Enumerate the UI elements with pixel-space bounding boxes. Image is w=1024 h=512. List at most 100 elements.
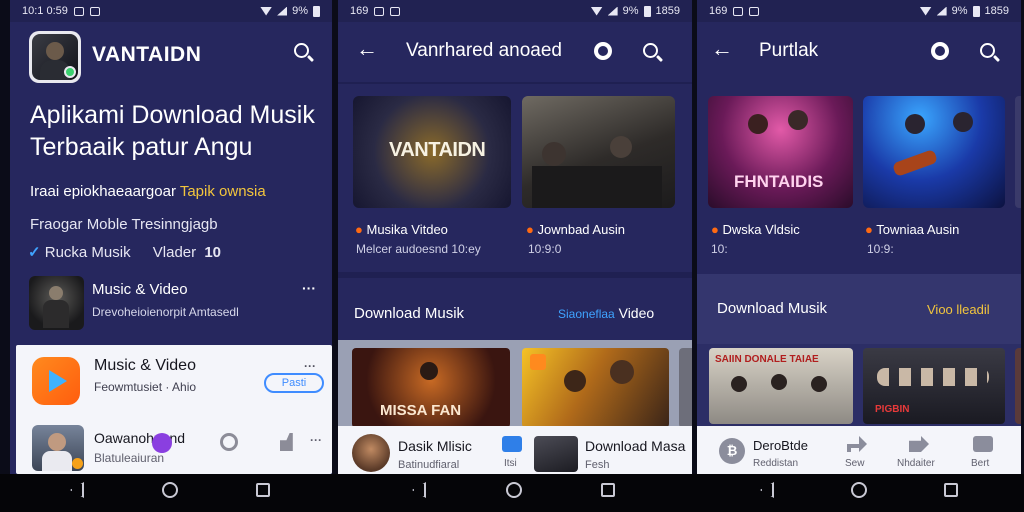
nav-recents-icon[interactable] [256, 483, 270, 497]
status-right: 1859 [655, 5, 680, 17]
avatar[interactable] [352, 434, 390, 472]
video-thumbnail[interactable] [522, 96, 675, 208]
battery-icon [972, 5, 980, 17]
app-logo[interactable] [29, 31, 81, 83]
video-caption-title: Jownbad Ausin [537, 222, 625, 237]
bottom-player-bar: Dasik Mlisic Batinudfiaral Itsi Download… [338, 426, 692, 474]
video-thumbnail[interactable]: PIGBIN [863, 348, 1005, 424]
artist-thumbnail [32, 425, 84, 471]
more-icon[interactable]: ··· [304, 359, 316, 373]
video-thumbnail[interactable] [1015, 96, 1021, 208]
battery-percent: 9% [951, 5, 968, 17]
video-caption: ● Dwska Vldsic [711, 222, 800, 237]
nav-recents-icon[interactable] [944, 483, 958, 497]
tab-label[interactable]: Sew [845, 458, 864, 469]
video-thumbnail[interactable] [534, 436, 578, 472]
battery-icon [313, 5, 320, 17]
wifi-icon [260, 6, 273, 16]
more-icon[interactable]: ··· [310, 433, 322, 447]
musik-right: Vlader [152, 244, 197, 261]
tab-label[interactable]: Nhdaiter [897, 458, 935, 469]
coin-icon[interactable]: ₿ [719, 438, 745, 464]
video-caption-sub: 10:9:0 [528, 242, 562, 256]
phone-screen-video: 169 9% 1859 ← Vanrhared anoaed VANTAIDN [338, 0, 692, 474]
video-thumbnail[interactable]: VANTAIDN [353, 96, 511, 208]
download-icon[interactable] [502, 436, 522, 452]
list-item[interactable]: Oawanohuand Blatuleaiuran ··· [16, 417, 332, 474]
shazam-icon[interactable] [152, 433, 172, 453]
search-icon[interactable] [294, 43, 309, 58]
share-icon[interactable] [847, 436, 867, 452]
grid-icon[interactable] [973, 436, 993, 452]
video-thumbnail[interactable] [863, 96, 1005, 208]
player-sub: Batinudfiaral [398, 459, 460, 471]
headline: Aplikami Download Musik [30, 101, 315, 129]
video-thumbnail[interactable]: MISSA FAN [352, 348, 510, 428]
tab-sub: Reddistan [753, 458, 799, 469]
back-arrow-icon[interactable]: ← [356, 38, 378, 60]
musik-badge: 10 [204, 244, 221, 261]
video-thumbnail[interactable] [1015, 348, 1021, 424]
back-arrow-icon[interactable]: ← [711, 38, 733, 60]
video-thumbnail[interactable] [522, 348, 669, 428]
video-caption: ● Towniaa Ausin [865, 222, 959, 237]
status-bar: 169 9% 1859 [338, 0, 692, 22]
notification-icon [390, 6, 401, 16]
status-dot [64, 66, 76, 78]
page-title: Vanrhared anoaed [406, 40, 562, 61]
video-thumbnail[interactable]: FHNTAIDIS [708, 96, 853, 208]
nav-home-icon[interactable] [851, 482, 867, 498]
notification-icon [374, 6, 385, 16]
nav-recents-icon[interactable] [601, 483, 615, 497]
wifi-icon [919, 6, 932, 16]
poster-title: FHNTAIDIS [734, 172, 824, 191]
signal-icon [607, 6, 618, 16]
signal-icon [277, 6, 288, 16]
poster-title: MISSA FAN [380, 402, 462, 419]
notification-icon [73, 6, 84, 16]
video-thumbnail[interactable] [679, 348, 692, 428]
search-icon[interactable] [980, 43, 995, 58]
status-time: 10:1 0:59 [22, 5, 68, 17]
tab-label[interactable]: Bert [971, 458, 989, 469]
header-divider [338, 82, 692, 84]
check-icon: ✓ [28, 244, 41, 261]
shazam-icon[interactable] [931, 42, 949, 60]
nav-back-icon[interactable] [760, 482, 774, 498]
poster-title: PIGBIN [875, 404, 910, 415]
status-time: 169 [709, 5, 728, 17]
play-app-icon[interactable] [32, 357, 80, 405]
battery-icon [643, 5, 651, 17]
more-icon[interactable]: ··· [302, 280, 316, 296]
headline-line-2: Terbaaik patur Angu [30, 133, 253, 161]
section-link[interactable]: Vioo lleadil [927, 302, 990, 317]
section-link-white: Video [618, 305, 655, 321]
like-icon[interactable] [280, 433, 293, 451]
section-divider [338, 272, 692, 278]
video-caption-sub: 10:9: [867, 242, 894, 256]
search-icon[interactable] [643, 43, 658, 58]
flame-icon: ● [865, 222, 873, 237]
nav-home-icon[interactable] [162, 482, 178, 498]
shazam-icon[interactable] [594, 42, 612, 60]
battery-percent: 9% [292, 5, 308, 17]
status-bar: 169 9% 1859 [697, 0, 1021, 22]
nav-back-icon[interactable] [70, 482, 84, 498]
screenshot-stage: 10:1 0:59 9% VANTAIDN Aplikami Download … [0, 0, 1024, 512]
video-thumbnail[interactable]: SAIIN DONALE TAIAE [709, 348, 853, 424]
subtitle-highlight: Tapik ownsia [179, 183, 266, 200]
share-icon[interactable] [220, 433, 238, 451]
nav-back-icon[interactable] [412, 482, 426, 498]
nav-home-icon[interactable] [506, 482, 522, 498]
notification-icon [89, 6, 100, 16]
list-item[interactable]: Music & Video Drevoheioienorpit Amtasedl… [10, 272, 332, 336]
subtitle-text: Iraai epiokhaeaargoar [30, 183, 176, 200]
forward-icon[interactable] [909, 436, 929, 452]
install-button[interactable]: Pasti [264, 373, 324, 393]
player-sub: Fesh [585, 459, 610, 471]
list-item-subtitle: Blatuleaiuran [94, 451, 165, 465]
system-nav-bar [0, 474, 1024, 512]
video-caption-title: Musika Vitdeo [366, 222, 448, 237]
wifi-icon [590, 6, 603, 16]
section-link[interactable]: Siaoneflaa Video [558, 305, 654, 321]
